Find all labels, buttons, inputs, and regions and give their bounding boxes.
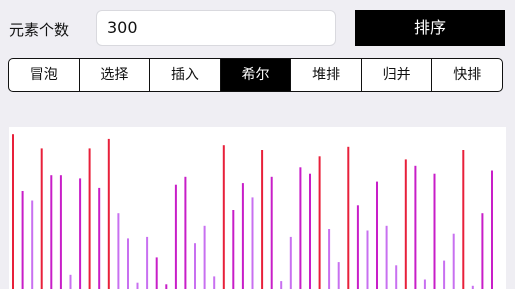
value-bar	[155, 257, 158, 289]
value-bar	[328, 229, 331, 289]
value-bar	[165, 284, 168, 289]
value-bar	[481, 213, 484, 289]
value-bar	[21, 191, 24, 289]
value-bar	[12, 134, 14, 289]
value-bar	[337, 262, 340, 289]
sort-button[interactable]: 排序	[355, 10, 505, 46]
value-bar	[376, 181, 378, 289]
segment-shell[interactable]: 希尔	[219, 59, 291, 91]
value-bar	[280, 281, 283, 289]
value-bar	[462, 150, 465, 289]
segment-bubble[interactable]: 冒泡	[9, 59, 79, 91]
value-bar	[127, 238, 129, 289]
segment-insertion[interactable]: 插入	[149, 59, 220, 91]
value-bar	[443, 260, 446, 289]
value-bar	[213, 276, 216, 289]
value-bar	[289, 236, 292, 289]
value-bar	[69, 274, 72, 289]
value-bar	[385, 225, 388, 289]
value-bar	[88, 148, 91, 289]
algorithm-segmented-control: 冒泡 选择 插入 希尔 堆排 归并 快排	[8, 58, 503, 92]
value-bar	[491, 170, 493, 289]
value-bar	[203, 225, 206, 289]
value-bar	[356, 205, 359, 289]
value-bar	[423, 279, 426, 289]
value-bar	[232, 210, 235, 289]
value-bar	[184, 176, 187, 289]
value-bar	[79, 178, 82, 289]
value-bar	[194, 243, 196, 289]
value-bar	[136, 282, 139, 289]
value-bar	[395, 265, 398, 289]
value-bar	[414, 165, 417, 289]
value-bar	[174, 184, 177, 289]
value-bar	[251, 197, 254, 289]
value-bar	[40, 148, 43, 289]
value-bar	[347, 146, 350, 289]
value-bar	[107, 138, 110, 289]
value-bar	[50, 175, 53, 289]
segment-selection[interactable]: 选择	[78, 59, 150, 91]
value-bar	[309, 173, 311, 289]
segment-quick[interactable]: 快排	[431, 59, 502, 91]
value-bar	[241, 183, 244, 289]
value-bar	[146, 236, 149, 289]
bars-svg	[12, 134, 493, 289]
value-bar	[318, 156, 321, 289]
value-bar	[366, 230, 369, 289]
value-bar	[98, 187, 101, 289]
segment-merge[interactable]: 归并	[360, 59, 432, 91]
value-bar	[270, 176, 273, 289]
value-bar	[59, 175, 62, 289]
value-bar	[433, 173, 436, 289]
sort-visualization-canvas	[9, 127, 506, 289]
element-count-input[interactable]: 300	[96, 10, 336, 46]
segment-heap[interactable]: 堆排	[290, 59, 361, 91]
value-bar	[404, 159, 407, 289]
value-bar	[117, 213, 120, 289]
value-bar	[299, 167, 302, 289]
value-bar	[31, 200, 34, 289]
value-bar	[261, 150, 264, 289]
value-bar	[452, 233, 455, 289]
value-bar	[222, 145, 225, 289]
element-count-label: 元素个数	[9, 21, 70, 39]
